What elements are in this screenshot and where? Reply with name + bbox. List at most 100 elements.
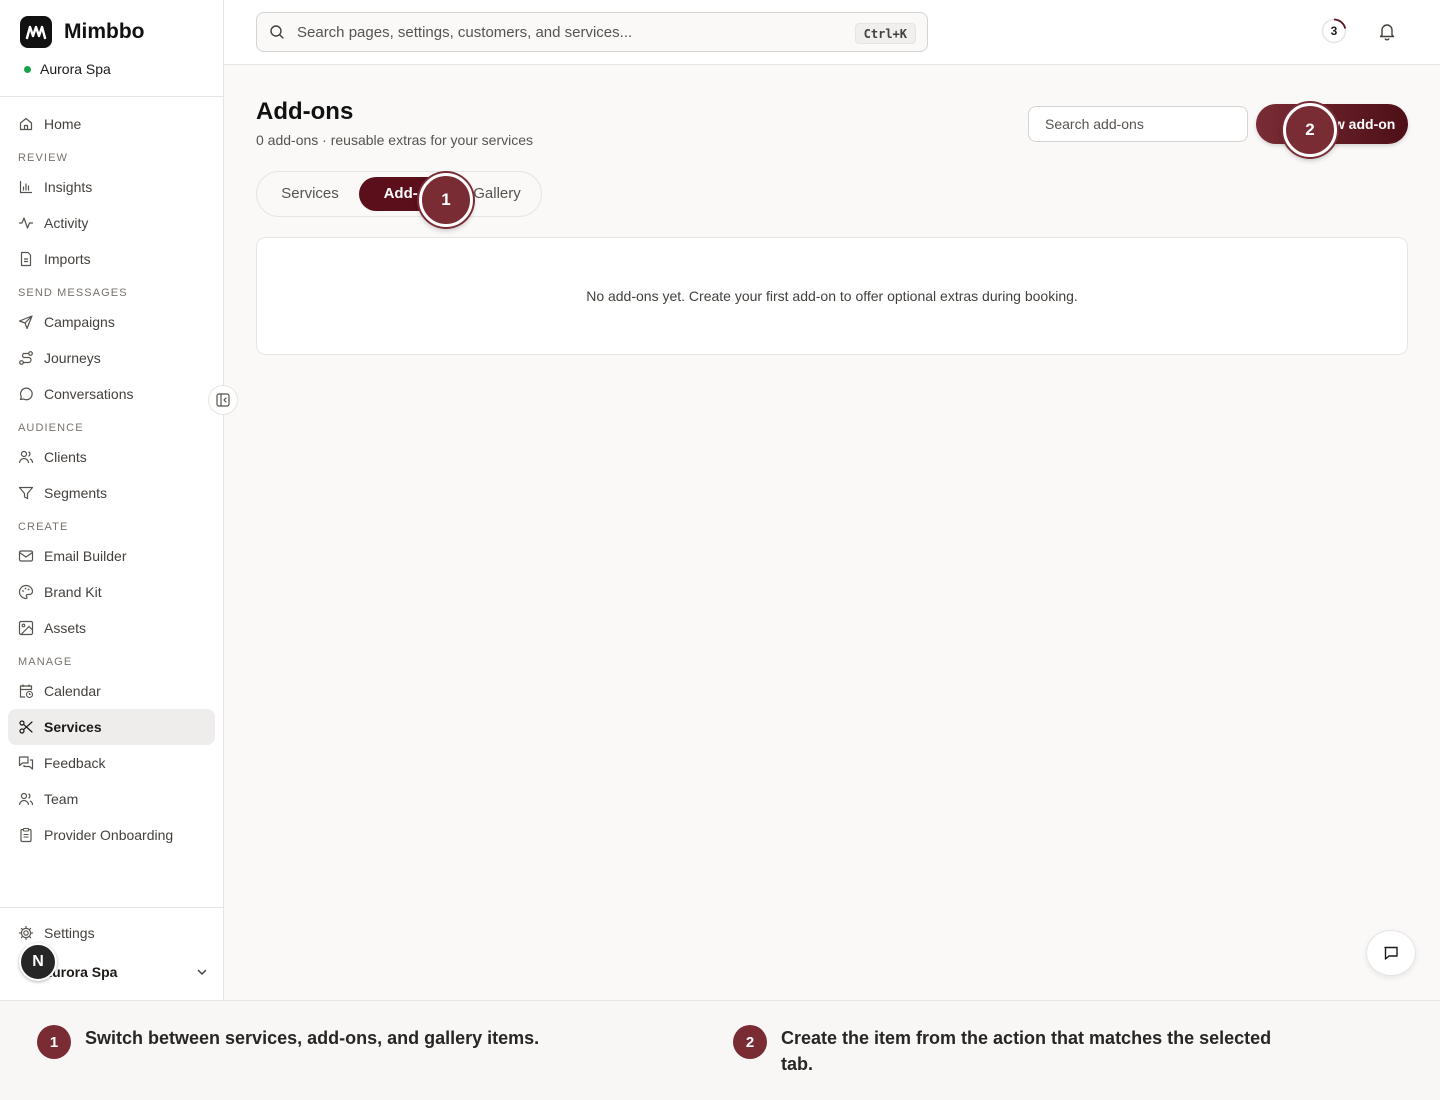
divider xyxy=(0,907,223,908)
page-title: Add-ons xyxy=(256,98,354,125)
section-review: REVIEW xyxy=(18,152,68,164)
note-text: Switch between services, add-ons, and ga… xyxy=(85,1028,540,1048)
tutorial-notes: 1 Switch between services, add-ons, and … xyxy=(0,1000,1440,1100)
search-icon xyxy=(270,25,284,39)
sidebar-item-label: Journeys xyxy=(44,350,101,366)
palette-icon xyxy=(18,584,34,600)
page-subtitle: 0 add-ons · reusable extras for your ser… xyxy=(256,132,534,148)
sidebar-item-conversations[interactable]: Conversations xyxy=(8,376,215,412)
sidebar-item-team[interactable]: Team xyxy=(8,781,215,817)
setup-progress-indicator[interactable]: 3 xyxy=(1321,18,1347,44)
sidebar-item-campaigns[interactable]: Campaigns xyxy=(8,304,215,340)
chat-support-button[interactable] xyxy=(1366,930,1416,976)
global-search-input[interactable] xyxy=(297,23,837,41)
sidebar-item-feedback[interactable]: Feedback xyxy=(8,745,215,781)
sidebar-item-label: Clients xyxy=(44,449,87,465)
activity-icon xyxy=(18,217,34,229)
note-number: 1 xyxy=(37,1025,71,1059)
step-marker-2: 2 xyxy=(1283,103,1337,157)
section-manage: MANAGE xyxy=(18,656,73,668)
calendar-clock-icon xyxy=(19,684,34,699)
brand-name: Mimbbo xyxy=(64,20,145,43)
file-import-icon xyxy=(20,251,32,267)
messages-square-icon xyxy=(18,756,34,770)
avatar[interactable]: N xyxy=(19,943,57,981)
bell-icon xyxy=(1379,24,1395,41)
sidebar-item-journeys[interactable]: Journeys xyxy=(8,340,215,376)
users-icon xyxy=(18,450,34,464)
mimbbo-logo-icon xyxy=(20,16,52,48)
content-tabs: Services Add-ons Gallery xyxy=(256,171,542,217)
note-2: 2 Create the item from the action that m… xyxy=(733,1025,1293,1077)
note-1: 1 Switch between services, add-ons, and … xyxy=(37,1025,637,1059)
chevron-down-icon xyxy=(197,969,207,975)
sidebar-item-label: Email Builder xyxy=(44,548,127,564)
sidebar-item-label: Campaigns xyxy=(44,314,115,330)
empty-state-card: No add-ons yet. Create your first add-on… xyxy=(256,237,1408,355)
topbar: Ctrl+K 3 xyxy=(224,0,1440,65)
sidebar-item-services[interactable]: Services xyxy=(8,709,215,745)
sidebar-item-label: Brand Kit xyxy=(44,584,102,600)
note-number: 2 xyxy=(733,1025,767,1059)
sidebar-item-imports[interactable]: Imports xyxy=(8,241,215,277)
clipboard-icon xyxy=(20,827,32,843)
workspace-name: Aurora Spa xyxy=(40,61,111,77)
message-circle-icon xyxy=(19,387,33,401)
sidebar-item-insights[interactable]: Insights xyxy=(8,169,215,205)
sidebar-item-label: Segments xyxy=(44,485,108,501)
sidebar-item-home[interactable]: Home xyxy=(8,106,215,142)
scissors-icon xyxy=(19,720,33,734)
sidebar-item-label: Assets xyxy=(44,620,87,636)
step-marker-1: 1 xyxy=(419,173,473,227)
chat-icon xyxy=(1384,946,1398,960)
sidebar-item-activity[interactable]: Activity xyxy=(8,205,215,241)
section-audience: AUDIENCE xyxy=(18,422,84,434)
home-icon xyxy=(19,117,33,131)
settings-label: Settings xyxy=(44,925,95,941)
sidebar-item-label: Home xyxy=(44,116,82,132)
section-send-messages: SEND MESSAGES xyxy=(18,287,128,299)
sidebar-item-label: Team xyxy=(44,791,79,807)
filter-icon xyxy=(18,486,34,500)
sidebar-item-calendar[interactable]: Calendar xyxy=(8,673,215,709)
sidebar-item-label: Imports xyxy=(44,251,91,267)
workspace-switcher[interactable]: Aurora Spa xyxy=(24,61,111,77)
sidebar-item-label: Feedback xyxy=(44,755,106,771)
collapse-sidebar-button[interactable] xyxy=(208,385,238,415)
online-status-dot xyxy=(24,65,31,73)
sidebar: Mimbbo Aurora Spa Home REVIEW Insights A… xyxy=(0,0,224,1000)
panel-left-close-icon xyxy=(216,393,230,407)
tab-gallery[interactable]: Gallery xyxy=(469,177,525,211)
sidebar-item-label: Provider Onboarding xyxy=(44,827,174,843)
sidebar-nav: Home REVIEW Insights Activity Imports SE… xyxy=(8,106,215,853)
sidebar-item-brand-kit[interactable]: Brand Kit xyxy=(8,574,215,610)
sidebar-item-segments[interactable]: Segments xyxy=(8,475,215,511)
send-icon xyxy=(18,315,33,330)
sidebar-item-label: Calendar xyxy=(44,683,101,699)
sidebar-item-clients[interactable]: Clients xyxy=(8,439,215,475)
addon-search-input[interactable] xyxy=(1028,106,1248,142)
sidebar-item-label: Services xyxy=(44,719,102,735)
keyboard-shortcut-badge: Ctrl+K xyxy=(854,23,916,44)
brand[interactable]: Mimbbo xyxy=(20,16,144,48)
notifications-button[interactable] xyxy=(1377,21,1397,46)
sidebar-item-label: Conversations xyxy=(44,386,134,402)
sidebar-item-label: Insights xyxy=(44,179,93,195)
note-text: Create the item from the action that mat… xyxy=(781,1028,1272,1074)
sidebar-item-assets[interactable]: Assets xyxy=(8,610,215,646)
tab-services[interactable]: Services xyxy=(261,177,359,211)
progress-count: 3 xyxy=(1330,24,1338,38)
gear-icon xyxy=(18,925,34,941)
sidebar-item-email-builder[interactable]: Email Builder xyxy=(8,538,215,574)
sidebar-item-label: Activity xyxy=(44,215,89,231)
global-search[interactable]: Ctrl+K xyxy=(256,12,928,52)
divider xyxy=(0,96,223,97)
sidebar-item-settings[interactable]: Settings xyxy=(18,925,95,941)
empty-state-message: No add-ons yet. Create your first add-on… xyxy=(586,288,1078,304)
users-icon xyxy=(18,792,34,806)
sidebar-item-provider-onboarding[interactable]: Provider Onboarding xyxy=(8,817,215,853)
image-icon xyxy=(18,620,34,636)
route-icon xyxy=(19,351,33,365)
section-create: CREATE xyxy=(18,521,69,533)
bar-chart-icon xyxy=(19,180,33,194)
